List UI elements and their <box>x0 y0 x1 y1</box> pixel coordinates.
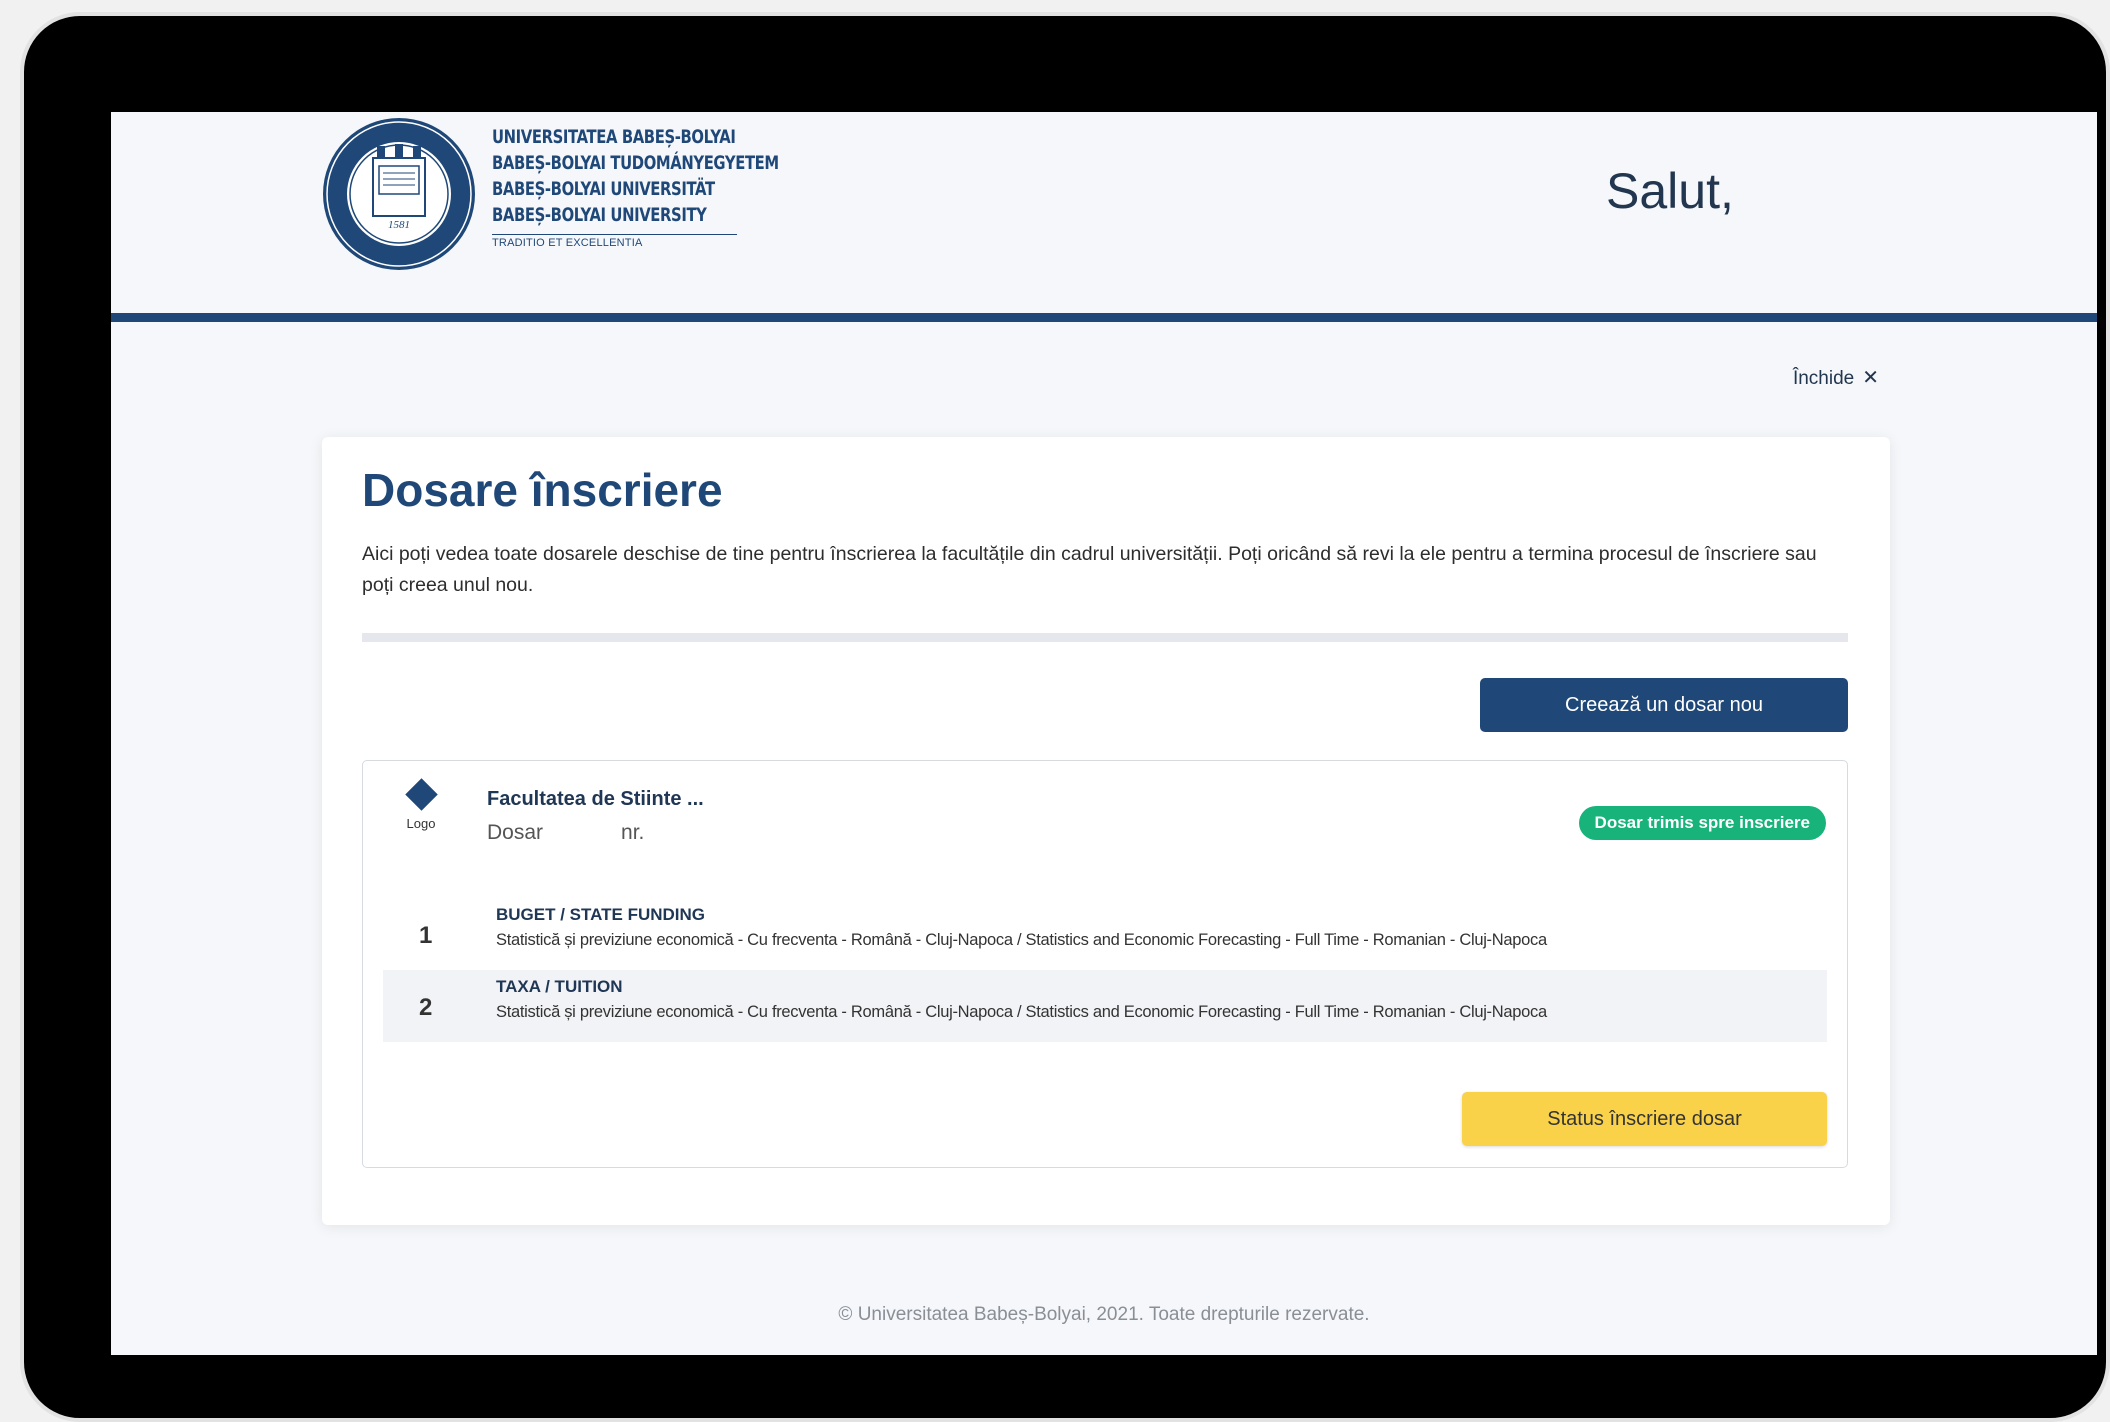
university-seal-logo[interactable]: 1581 <box>321 116 477 272</box>
dossier-status-button[interactable]: Status înscriere dosar <box>1462 1092 1827 1146</box>
header-divider-bar <box>111 313 2097 322</box>
program-options-list: 1 BUGET / STATE FUNDING Statistică și pr… <box>383 898 1827 1042</box>
dossiers-card: Dosare înscriere Aici poți vedea toate d… <box>322 437 1890 1225</box>
option-title: BUGET / STATE FUNDING <box>496 905 706 924</box>
university-name-en: BABEȘ-BOLYAI UNIVERSITY <box>492 204 707 226</box>
faculty-logo-label: Logo <box>406 816 436 831</box>
university-name-ro: UNIVERSITATEA BABEȘ-BOLYAI <box>492 126 736 148</box>
option-description: Statistică și previziune economică - Cu … <box>496 1003 1547 1021</box>
dossier-label: Dosar <box>487 821 544 844</box>
dossier-item: Logo Facultatea de Stiinte ... Dosar nr. … <box>362 760 1848 1168</box>
faculty-name: Facultatea de Stiinte ... <box>487 788 704 810</box>
option-number: 2 <box>419 994 433 1021</box>
program-option-row: 1 BUGET / STATE FUNDING Statistică și pr… <box>383 898 1827 970</box>
seal-year: 1581 <box>388 219 410 231</box>
university-name-de: BABEȘ-BOLYAI UNIVERSITÄT <box>492 178 715 200</box>
greeting-text: Salut, <box>1606 163 1734 219</box>
university-name-hu: BABEȘ-BOLYAI TUDOMÁNYEGYETEM <box>492 152 779 174</box>
program-option-row: 2 TAXA / TUITION Statistică și previziun… <box>383 970 1827 1042</box>
dossier-number: Dosar nr. <box>487 821 644 845</box>
footer-copyright: © Universitatea Babeș-Bolyai, 2021. Toat… <box>838 1304 1370 1325</box>
device-frame: 1581 UNIVERSITATEA BABEȘ-BOLYAI BABEȘ-BO… <box>20 12 2110 1422</box>
page-title: Dosare înscriere <box>362 464 723 516</box>
option-number: 1 <box>419 922 433 949</box>
status-badge: Dosar trimis spre inscriere <box>1578 806 1826 840</box>
section-divider <box>362 633 1848 642</box>
option-description: Statistică și previziune economică - Cu … <box>496 931 1547 949</box>
university-motto: TRADITIO ET EXCELLENTIA <box>492 237 643 249</box>
faculty-logo: Logo <box>401 775 441 831</box>
university-name-block: UNIVERSITATEA BABEȘ-BOLYAI BABEȘ-BOLYAI … <box>492 124 779 249</box>
create-dossier-button[interactable]: Creează un dosar nou <box>1480 678 1848 732</box>
page-description: Aici poți vedea toate dosarele deschise … <box>362 543 1817 596</box>
dossier-nr-label: nr. <box>621 821 645 844</box>
close-link[interactable]: Închide ✕ <box>1793 365 1879 390</box>
option-title: TAXA / TUITION <box>496 977 623 996</box>
browser-screen: 1581 UNIVERSITATEA BABEȘ-BOLYAI BABEȘ-BO… <box>111 112 2097 1355</box>
logo-separator <box>492 234 737 235</box>
close-label: Închide <box>1792 368 1855 389</box>
diamond-icon <box>404 778 438 811</box>
site-header: 1581 UNIVERSITATEA BABEȘ-BOLYAI BABEȘ-BO… <box>111 112 2097 313</box>
close-icon: ✕ <box>1862 367 1879 389</box>
